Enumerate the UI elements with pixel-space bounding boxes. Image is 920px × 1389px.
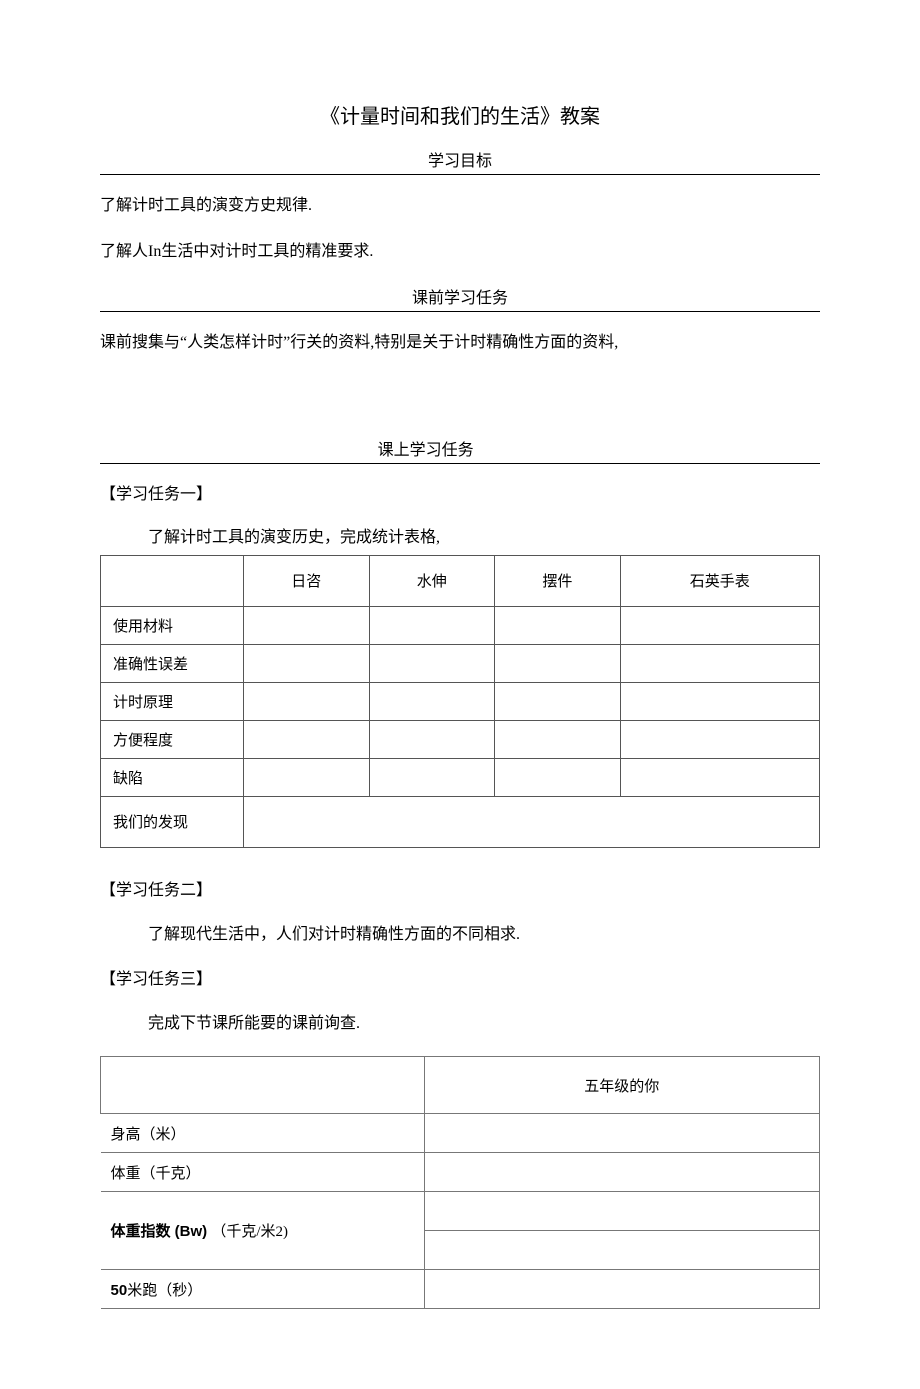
task-3-heading: 【学习任务三】 <box>100 967 820 993</box>
cell <box>244 682 370 720</box>
cell <box>620 644 819 682</box>
cell <box>244 606 370 644</box>
task-3-desc: 完成下节课所能要的课前询查. <box>148 1011 820 1037</box>
survey-row-label: 身高（米） <box>101 1114 425 1153</box>
cell <box>495 606 621 644</box>
cell <box>244 644 370 682</box>
table-row: 准确性误差 <box>101 644 820 682</box>
section-header-goals: 学习目标 <box>100 147 820 175</box>
survey-header-right: 五年级的你 <box>424 1057 819 1114</box>
tools-col-3: 摆件 <box>495 555 621 606</box>
goal-line-2: 了解人In生活中对计时工具的精准要求. <box>100 239 820 265</box>
cell <box>244 758 370 796</box>
goal-line-1: 了解计时工具的演变方史规律. <box>100 193 820 219</box>
task-2-desc: 了解现代生活中，人们对计时精确性方面的不同相求. <box>148 922 820 948</box>
task-2-heading: 【学习任务二】 <box>100 878 820 904</box>
row-label: 方便程度 <box>101 720 244 758</box>
tools-table: 日咨 水伸 摆件 石英手表 使用材料 准确性误差 计时原理 方便程度 <box>100 555 820 848</box>
document-title: 《计量时间和我们的生活》教案 <box>100 100 820 129</box>
cell <box>369 606 495 644</box>
table-row: 我们的发现 <box>101 796 820 847</box>
header-rule-left <box>100 447 374 464</box>
row-label: 缺陷 <box>101 758 244 796</box>
tools-col-blank <box>101 555 244 606</box>
cell <box>424 1231 819 1270</box>
survey-row-label-run: 50米跑（秒） <box>101 1270 425 1309</box>
cell <box>424 1192 819 1231</box>
pre-task-text: 课前搜集与“人类怎样计时”行关的资料,特别是关于计时精确性方面的资料, <box>100 330 820 356</box>
tools-table-header-row: 日咨 水伸 摆件 石英手表 <box>101 555 820 606</box>
row-label: 准确性误差 <box>101 644 244 682</box>
cell <box>369 720 495 758</box>
cell-merged <box>244 796 820 847</box>
tools-col-1: 日咨 <box>244 555 370 606</box>
cell <box>244 720 370 758</box>
table-row: 50米跑（秒） <box>101 1270 820 1309</box>
cell <box>495 682 621 720</box>
survey-table: 五年级的你 身高（米） 体重（千克） 体重指数 (Bw) （千克/米2) 50米… <box>100 1056 820 1309</box>
section-header-in-class: 课上学习任务 <box>100 436 820 464</box>
cell <box>620 606 819 644</box>
cell <box>369 758 495 796</box>
tools-col-2: 水伸 <box>369 555 495 606</box>
bmi-bold: 体重指数 (Bw) <box>111 1223 212 1240</box>
cell <box>424 1153 819 1192</box>
run-bold: 50 <box>111 1282 128 1299</box>
header-rule-right <box>478 447 820 464</box>
table-row: 身高（米） <box>101 1114 820 1153</box>
survey-header-blank <box>101 1057 425 1114</box>
table-row: 体重（千克） <box>101 1153 820 1192</box>
section-header-pre: 课前学习任务 <box>100 284 820 312</box>
section-header-in-class-label: 课上学习任务 <box>374 436 478 464</box>
table-row: 使用材料 <box>101 606 820 644</box>
cell <box>495 720 621 758</box>
table-row: 体重指数 (Bw) （千克/米2) <box>101 1192 820 1231</box>
row-label: 我们的发现 <box>101 796 244 847</box>
task-1-desc: 了解计时工具的演变历史，完成统计表格, <box>148 525 820 551</box>
document-page: 《计量时间和我们的生活》教案 学习目标 了解计时工具的演变方史规律. 了解人In… <box>0 0 920 1389</box>
run-rest: 米跑（秒） <box>127 1283 202 1299</box>
cell <box>620 720 819 758</box>
row-label: 计时原理 <box>101 682 244 720</box>
cell <box>495 644 621 682</box>
spacer <box>100 376 820 436</box>
bmi-rest: （千克/米2) <box>211 1224 288 1240</box>
cell <box>495 758 621 796</box>
cell <box>424 1270 819 1309</box>
task-1-heading: 【学习任务一】 <box>100 482 820 508</box>
survey-header-row: 五年级的你 <box>101 1057 820 1114</box>
cell <box>620 682 819 720</box>
survey-row-label: 体重（千克） <box>101 1153 425 1192</box>
table-row: 缺陷 <box>101 758 820 796</box>
table-row: 计时原理 <box>101 682 820 720</box>
table-row: 方便程度 <box>101 720 820 758</box>
cell <box>620 758 819 796</box>
survey-row-label-bmi: 体重指数 (Bw) （千克/米2) <box>101 1192 425 1270</box>
row-label: 使用材料 <box>101 606 244 644</box>
cell <box>369 644 495 682</box>
cell <box>369 682 495 720</box>
cell <box>424 1114 819 1153</box>
tools-col-4: 石英手表 <box>620 555 819 606</box>
